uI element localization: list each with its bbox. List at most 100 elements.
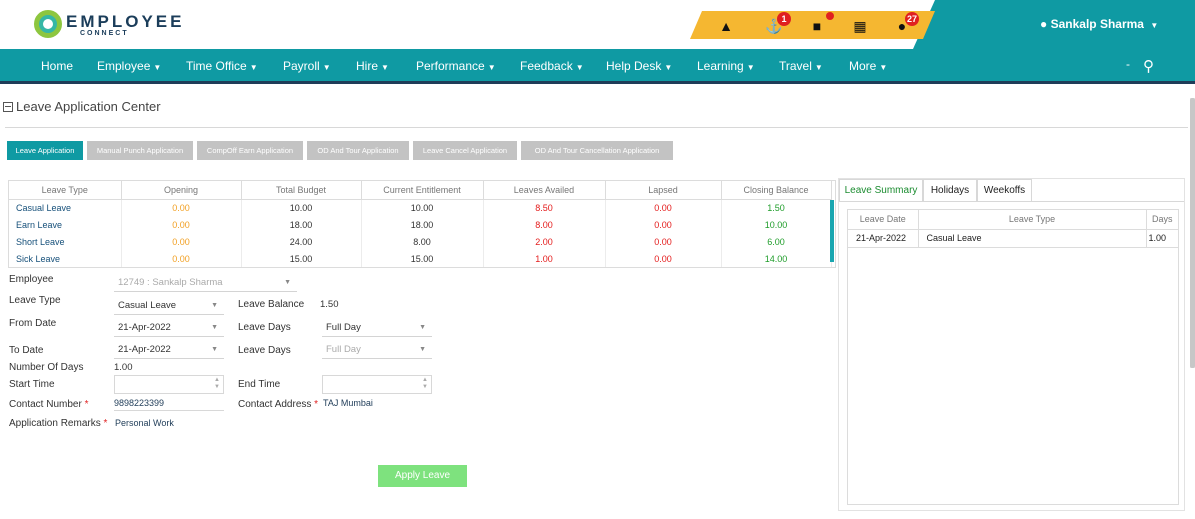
from-date-picker[interactable]: 21-Apr-2022 ▼ (114, 319, 224, 337)
scrollbar-thumb[interactable] (1190, 98, 1195, 368)
leave-summary-table: Leave Date Leave Type Days 21-Apr-2022 C… (847, 209, 1179, 505)
leave-summary-panel: Leave Summary Holidays Weekoffs Leave Da… (838, 178, 1185, 511)
cell-lapsed: 0.00 (605, 199, 722, 216)
chevron-down-icon: ▼ (814, 63, 823, 72)
table-row[interactable]: Casual Leave 0.00 10.00 10.00 8.50 0.00 … (9, 199, 832, 216)
cell-current-entitlement: 8.00 (361, 233, 484, 250)
cell-leave-type: Sick Leave (9, 250, 122, 267)
leave-balance-value: 1.50 (320, 299, 339, 310)
start-time-label: Start Time (9, 379, 55, 390)
leave-days-value-2: Full Day (326, 344, 361, 355)
employee-select[interactable]: 12749 : Sankalp Sharma ▼ (114, 274, 297, 292)
table-row[interactable]: 21-Apr-2022 Casual Leave 1.00 (848, 229, 1178, 248)
tab-holidays[interactable]: Holidays (923, 179, 977, 201)
nav-learning[interactable]: Learning ▼ (697, 59, 755, 73)
nav-hire[interactable]: Hire ▼ (356, 59, 389, 73)
apply-leave-button[interactable]: Apply Leave (378, 465, 467, 487)
nav-help-desk[interactable]: Help Desk ▼ (606, 59, 672, 73)
remarks-input[interactable]: Personal Work (115, 418, 225, 430)
table-row[interactable]: Sick Leave 0.00 15.00 15.00 1.00 0.00 14… (9, 250, 832, 267)
tab-od-tour-cancellation[interactable]: OD And Tour Cancellation Application (521, 141, 673, 160)
cell-closing-balance: 14.00 (721, 250, 832, 267)
column-header: Days (1146, 210, 1178, 230)
nav-performance[interactable]: Performance ▼ (416, 59, 496, 73)
cake-badge: 1 (777, 12, 791, 26)
tab-leave-summary[interactable]: Leave Summary (839, 179, 923, 201)
cell-closing-balance: 6.00 (721, 233, 832, 250)
company-logo[interactable]: EMPLOYEE CONNECT (34, 10, 184, 40)
chevron-down-icon: ▼ (211, 346, 218, 353)
chevron-down-icon: ▼ (249, 63, 258, 72)
org-chart-icon[interactable]: ▲ (717, 18, 735, 34)
leave-days-select[interactable]: Full Day ▼ (322, 319, 432, 337)
column-header: Lapsed (605, 181, 722, 200)
cell-opening: 0.00 (121, 250, 242, 267)
end-time-input[interactable]: ▲ ▼ (322, 375, 432, 394)
column-header: Leave Type (918, 210, 1147, 230)
leave-days-select-2[interactable]: Full Day ▼ (322, 341, 432, 359)
search-icon[interactable]: ⚲ (1143, 57, 1154, 75)
start-time-input[interactable]: ▲ ▼ (114, 375, 224, 394)
cell-total-budget: 15.00 (241, 250, 362, 267)
contact-address-label-text: Contact Address (238, 399, 312, 410)
nav-label: Help Desk (606, 59, 662, 73)
leave-type-select[interactable]: Casual Leave ▼ (114, 297, 224, 315)
chat-icon[interactable]: ■ (808, 12, 834, 34)
cell-leave-type: Casual Leave (918, 229, 1147, 248)
calendar-icon[interactable]: ▦ (851, 18, 869, 34)
tab-leave-cancel[interactable]: Leave Cancel Application (413, 141, 517, 160)
contact-address-input[interactable]: TAJ Mumbai (323, 398, 433, 411)
leave-balance-table: Leave Type Opening Total Budget Current … (8, 180, 836, 268)
nav-employee[interactable]: Employee ▼ (97, 59, 161, 73)
table-scrollbar[interactable] (830, 200, 834, 262)
contact-address-label: Contact Address * (238, 399, 318, 410)
chevron-down-icon: ▼ (664, 63, 673, 72)
chevron-down-icon: ▼ (153, 63, 162, 72)
nav-payroll[interactable]: Payroll ▼ (283, 59, 331, 73)
nav-feedback[interactable]: Feedback ▼ (520, 59, 584, 73)
bell-icon[interactable]: ● 27 (893, 12, 919, 34)
tab-weekoffs[interactable]: Weekoffs (977, 179, 1032, 201)
nav-label: Payroll (283, 59, 320, 73)
chevron-down-icon: ▼ (879, 63, 888, 72)
nav-label: Home (41, 59, 74, 73)
chevron-down-icon: ▼ (322, 63, 331, 72)
main-nav: Home Employee ▼ Time Office ▼ Payroll ▼ Hir… (0, 49, 1195, 84)
chevron-down-icon: ▼ (746, 63, 755, 72)
leave-type-value: Casual Leave (118, 300, 177, 311)
birthday-cake-icon[interactable]: ⚓ 1 (765, 12, 791, 34)
from-date-value: 21-Apr-2022 (118, 322, 171, 333)
nav-more[interactable]: More ▼ (849, 59, 887, 73)
user-menu[interactable]: ● Sankalp Sharma ▼ (1040, 17, 1158, 31)
contact-number-input[interactable]: 9898223399 (114, 398, 224, 411)
nav-separator: - (1126, 57, 1130, 71)
cell-total-budget: 18.00 (241, 216, 362, 233)
page-scrollbar[interactable] (1190, 98, 1195, 368)
column-header: Leave Type (9, 181, 122, 200)
tab-leave-application[interactable]: Leave Application (7, 141, 83, 160)
table-row[interactable]: Earn Leave 0.00 18.00 18.00 8.00 0.00 10… (9, 216, 832, 233)
cell-days: 1.00 (1146, 229, 1178, 248)
chevron-down-icon: ▼ (211, 324, 218, 331)
user-name: Sankalp Sharma (1050, 17, 1144, 31)
tab-manual-punch[interactable]: Manual Punch Application (87, 141, 193, 160)
employee-label: Employee (9, 274, 54, 285)
nav-home[interactable]: Home (41, 59, 73, 73)
nav-time-office[interactable]: Time Office ▼ (186, 59, 258, 73)
tab-compoff-earn[interactable]: CompOff Earn Application (197, 141, 303, 160)
leave-type-label: Leave Type (9, 295, 61, 306)
contact-number-label-text: Contact Number (9, 399, 82, 410)
number-of-days-label: Number Of Days (9, 362, 84, 373)
column-header: Leaves Availed (483, 181, 606, 200)
remarks-label-text: Application Remarks (9, 418, 101, 429)
table-row[interactable]: Short Leave 0.00 24.00 8.00 2.00 0.00 6.… (9, 233, 832, 250)
nav-travel[interactable]: Travel ▼ (779, 59, 823, 73)
collapse-icon[interactable] (3, 102, 13, 112)
table-header-row: Leave Date Leave Type Days (848, 210, 1178, 230)
tab-od-tour[interactable]: OD And Tour Application (307, 141, 409, 160)
required-mark: * (314, 399, 319, 410)
to-date-picker[interactable]: 21-Apr-2022 ▼ (114, 341, 224, 359)
cell-leave-type: Casual Leave (9, 199, 122, 216)
chevron-down-icon: ▼ (419, 324, 426, 331)
number-of-days-value: 1.00 (114, 362, 133, 373)
